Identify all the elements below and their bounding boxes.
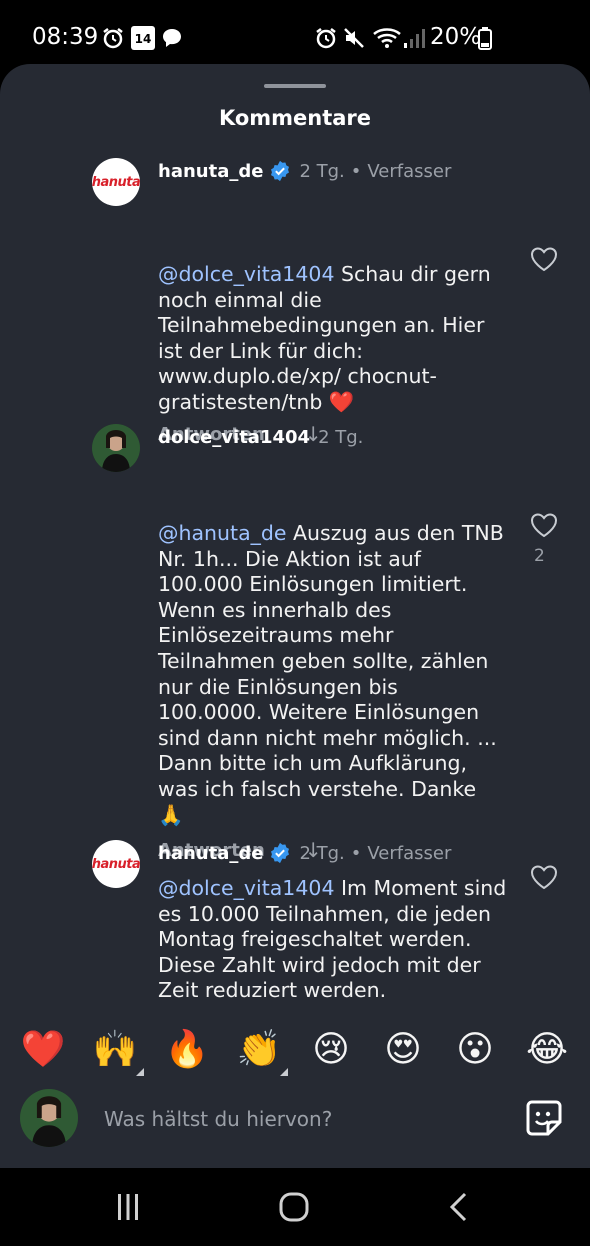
battery-icon <box>478 27 492 50</box>
comment-time: 2 Tg. <box>299 842 345 864</box>
alarm-icon <box>103 28 123 49</box>
emoji-fire[interactable]: 🔥 <box>163 1026 211 1074</box>
calendar-day: 14 <box>134 32 152 46</box>
recent-apps-icon[interactable] <box>108 1190 148 1224</box>
verified-badge-icon <box>271 160 290 182</box>
calendar-icon: 14 <box>131 26 155 50</box>
comment-time: 2 Tg. <box>318 426 364 448</box>
comment-composer <box>0 1088 590 1168</box>
mute-icon <box>344 28 364 48</box>
emoji-clapping[interactable]: 👏 <box>235 1026 283 1074</box>
avatar[interactable]: hanuta <box>92 158 140 206</box>
emoji-heart[interactable]: ❤️ <box>19 1026 67 1074</box>
mention-link[interactable]: @dolce_vita1404 <box>158 876 334 900</box>
mention-link[interactable]: @hanuta_de <box>158 521 287 545</box>
user-photo <box>20 1089 78 1147</box>
sheet-title: Kommentare <box>218 106 372 130</box>
comment-body: Auszug aus den TNB Nr. 1h... Die Aktion … <box>158 521 504 827</box>
heart-icon[interactable] <box>530 864 558 890</box>
verified-badge-icon <box>271 842 290 864</box>
system-nav-bar <box>0 1168 590 1246</box>
emoji-laughing[interactable]: 😂 <box>523 1026 571 1074</box>
heart-icon[interactable] <box>530 246 558 272</box>
alarm-icon <box>316 28 336 49</box>
status-time: 08:39 <box>32 24 99 50</box>
comment-text: @dolce_vita1404 Schau dir gern noch einm… <box>158 262 508 416</box>
comment-header: hanuta_de 2 Tg. • Verfasser <box>158 158 451 184</box>
emoji-heart-eyes[interactable]: 😍 <box>379 1026 427 1074</box>
heart-icon[interactable] <box>530 512 558 538</box>
separator-dot: • <box>350 842 362 864</box>
comment-header: dolce_vita1404 2 Tg. <box>158 424 363 450</box>
author-label: Verfasser <box>367 842 452 864</box>
emoji-crying[interactable]: 😢 <box>307 1026 355 1074</box>
comment-username[interactable]: hanuta_de <box>158 843 263 864</box>
sticker-icon[interactable] <box>524 1098 564 1138</box>
avatar[interactable] <box>92 424 140 472</box>
emoji-surprised[interactable]: 😮 <box>451 1026 499 1074</box>
comment-text: @hanuta_de Auszug aus den TNB Nr. 1h... … <box>158 521 508 828</box>
comment-time: 2 Tg. <box>299 160 345 182</box>
skin-tone-indicator <box>136 1068 144 1076</box>
drag-handle[interactable] <box>264 84 326 88</box>
wifi-icon <box>373 28 401 48</box>
comment-header: hanuta_de 2 Tg. • Verfasser <box>158 840 451 866</box>
back-icon[interactable] <box>440 1190 480 1224</box>
battery-percent: 20% <box>430 24 482 50</box>
mention-link[interactable]: @dolce_vita1404 <box>158 262 334 286</box>
emoji-raised-hands[interactable]: 🙌 <box>91 1026 139 1074</box>
signal-icon <box>404 29 425 48</box>
chat-bubble-icon <box>163 29 181 47</box>
my-avatar <box>20 1089 78 1147</box>
comment-input[interactable] <box>102 1102 486 1136</box>
status-bar: 08:39 14 20% <box>0 0 590 70</box>
home-icon[interactable] <box>274 1190 314 1224</box>
brand-logo: hanuta <box>92 856 140 872</box>
separator-dot: • <box>350 160 362 182</box>
user-photo <box>92 424 140 472</box>
emoji-quick-bar: ❤️ 🙌 🔥 👏 😢 😍 😮 😂 <box>0 1026 590 1082</box>
like-count: 2 <box>534 546 545 566</box>
comments-sheet: Kommentare hanuta hanuta_de 2 Tg. • Verf… <box>0 64 590 1168</box>
comment-username[interactable]: dolce_vita1404 <box>158 427 310 448</box>
comment-text: @dolce_vita1404 Im Moment sind es 10.000… <box>158 876 508 1004</box>
author-label: Verfasser <box>367 160 452 182</box>
brand-logo: hanuta <box>92 174 140 190</box>
skin-tone-indicator <box>280 1068 288 1076</box>
comment-username[interactable]: hanuta_de <box>158 161 263 182</box>
avatar[interactable]: hanuta <box>92 840 140 888</box>
